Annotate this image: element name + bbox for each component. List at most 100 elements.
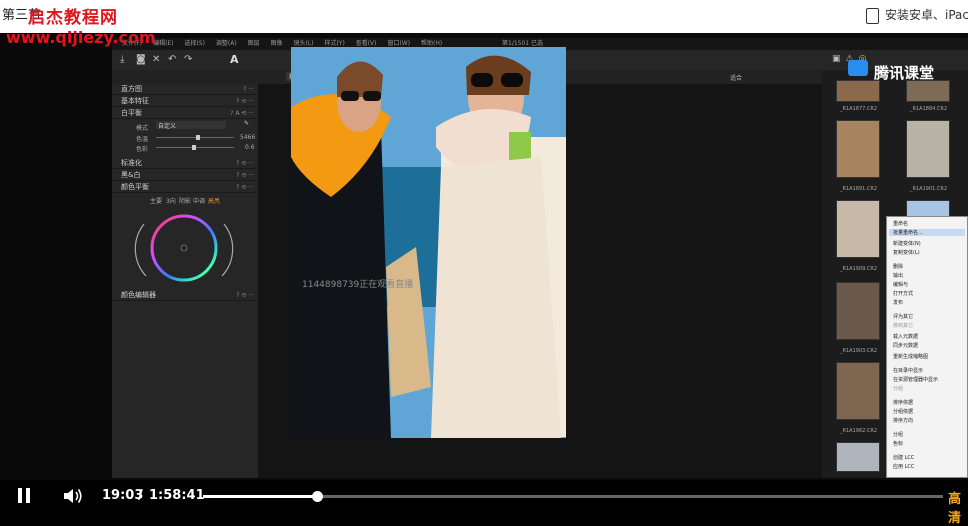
- quality-button[interactable]: 高清: [948, 488, 968, 526]
- thumbnail[interactable]: [836, 120, 880, 178]
- thumbnail[interactable]: [906, 80, 950, 102]
- wb-tint-slider[interactable]: [156, 145, 234, 150]
- thumbnail-caption: _R1A1891.CR2: [840, 186, 878, 192]
- thumbnail[interactable]: [836, 282, 880, 340]
- main-photo[interactable]: [291, 47, 566, 438]
- menu-item-regen-thumbs[interactable]: 重新生成缩略图: [893, 353, 928, 360]
- menu-item[interactable]: 窗口(W): [387, 40, 410, 47]
- menu-item-open-with[interactable]: 打开方式: [893, 290, 913, 297]
- menu-item-sort-direction[interactable]: 排序方向: [893, 417, 913, 424]
- menu-item-batch-rename[interactable]: 批量重命名...: [889, 229, 965, 236]
- volume-icon[interactable]: [62, 487, 84, 505]
- close-icon[interactable]: ✕: [152, 54, 160, 65]
- install-hint-label: 安装安卓、iPac: [885, 8, 968, 22]
- menu-item-copy-variant[interactable]: 复制变体(L): [893, 249, 920, 256]
- section-bw[interactable]: 黑&白? ⟲ ···: [112, 170, 258, 181]
- menu-item-publish[interactable]: 发布: [893, 299, 903, 306]
- menu-item[interactable]: 帮助(H): [421, 40, 442, 47]
- menu-item-group-by[interactable]: 分组依据: [893, 408, 913, 415]
- thumbnail-caption: _R1A1903.CR2: [840, 348, 878, 354]
- menu-item-color-tag[interactable]: 色标: [893, 440, 903, 447]
- menu-item-new-variant[interactable]: 新建变体(N): [893, 240, 921, 247]
- thumbnail[interactable]: [836, 80, 880, 102]
- menu-item[interactable]: 图层: [248, 40, 260, 47]
- menu-item[interactable]: 镜头(L): [293, 40, 313, 47]
- menu-item-grouping[interactable]: 分组: [893, 431, 903, 438]
- thumbnail[interactable]: [836, 362, 880, 420]
- color-tab-shadows[interactable]: 阴影: [179, 196, 191, 205]
- color-tab-highlights[interactable]: 高亮: [208, 196, 220, 205]
- color-wheel[interactable]: [134, 210, 234, 290]
- wb-kelvin-label: 色温: [136, 136, 149, 143]
- section-color-balance[interactable]: 颜色平衡? ⟲ ···: [112, 182, 258, 193]
- menu-item-apply-lcc[interactable]: 应用 LCC: [893, 463, 914, 470]
- fit-label[interactable]: 适合: [730, 73, 742, 82]
- menu-item[interactable]: 样式(Y): [324, 40, 344, 47]
- menu-item-create-lcc[interactable]: 创建 LCC: [893, 454, 914, 461]
- text-tool-icon[interactable]: A: [230, 53, 239, 66]
- window-title: 第1/1501 已选: [502, 40, 544, 47]
- menu-item[interactable]: 调整(A): [216, 40, 237, 47]
- left-tool-panel: 直方图? ··· 基本特征? ⟲ ··· 白平衡? A ⟲ ··· 模式 自定义…: [112, 84, 258, 478]
- menu-item-group[interactable]: 分组: [893, 385, 903, 392]
- section-basic[interactable]: 基本特征? ⟲ ···: [112, 96, 258, 107]
- photo-image: [291, 47, 566, 438]
- menu-item-sync-metadata[interactable]: 同步元数据: [893, 342, 918, 349]
- thumbnail[interactable]: [836, 200, 880, 258]
- time-separator: /: [138, 488, 143, 503]
- brand-text: 腾讯课堂: [874, 64, 935, 82]
- pause-button[interactable]: [18, 488, 32, 503]
- menu-item[interactable]: 查看(V): [356, 40, 377, 47]
- thumbnail-caption: _R1A1909.CR2: [840, 266, 878, 272]
- tablet-icon: [866, 7, 879, 24]
- progress-bar[interactable]: [203, 491, 943, 502]
- menu-item[interactable]: 图像: [271, 40, 283, 47]
- menu-item-show-in-explorer[interactable]: 在资源管理器中显示: [893, 376, 938, 383]
- watermark-site-name: 启杰教程网: [28, 8, 118, 28]
- wb-kelvin-slider[interactable]: [156, 135, 234, 140]
- menu-item-show-in-catalog[interactable]: 在目录中显示: [893, 367, 923, 374]
- color-tab-3way[interactable]: 3向: [166, 196, 176, 205]
- video-controls: 19:03 / 1:58:41 高清: [0, 480, 968, 526]
- context-menu: 重命名 批量重命名... 新建变体(N) 复制变体(L) 删除 输出 编辑与 打…: [886, 216, 968, 478]
- wb-tint-label: 色彩: [136, 146, 149, 153]
- watermark-url: www.qijiezy.com: [6, 28, 156, 47]
- install-hint[interactable]: 安装安卓、iPac: [866, 6, 968, 24]
- thumbnail-caption: _R1A1877.CR2: [840, 106, 878, 112]
- import-icon[interactable]: ⤓: [120, 54, 124, 65]
- menu-item[interactable]: 编辑(E): [153, 40, 173, 47]
- wb-kelvin-value[interactable]: 5466: [240, 134, 255, 141]
- eyedropper-icon[interactable]: ✎: [244, 120, 249, 127]
- viewers-overlay: 1144898739正在观看直播: [302, 280, 414, 290]
- menu-item-edit-with[interactable]: 编辑与: [893, 281, 908, 288]
- section-color-editor[interactable]: 颜色编辑器? ⟲ ···: [112, 290, 258, 301]
- color-tab-midtones[interactable]: 中调: [193, 196, 205, 205]
- menu-item-load-metadata[interactable]: 载入元数据: [893, 333, 918, 340]
- menu-item-rate[interactable]: 评为其它: [893, 313, 913, 320]
- wb-mode-label: 模式: [136, 125, 149, 132]
- thumbnail[interactable]: [906, 120, 950, 178]
- undo-icon[interactable]: ↶: [168, 54, 176, 65]
- thumbnail[interactable]: [836, 442, 880, 472]
- progress-fill: [203, 495, 317, 498]
- redo-icon[interactable]: ↷: [184, 54, 192, 65]
- progress-knob[interactable]: [311, 491, 323, 502]
- menu-item-sort-by[interactable]: 排序依据: [893, 399, 913, 406]
- total-time: 1:58:41: [149, 488, 205, 503]
- wb-tint-value[interactable]: 0.6: [245, 144, 255, 151]
- tencent-logo-icon: [848, 60, 868, 76]
- camera-icon[interactable]: ◙: [136, 54, 146, 65]
- color-tab-master[interactable]: 主要: [150, 196, 162, 205]
- section-white-balance[interactable]: 白平衡? A ⟲ ···: [112, 108, 258, 119]
- menu-item-export[interactable]: 输出: [893, 272, 903, 279]
- wb-mode-select[interactable]: 自定义: [156, 121, 226, 130]
- thumbnail-caption: _R1A1884.CR2: [910, 106, 948, 112]
- menu-item-rename[interactable]: 重命名: [893, 220, 908, 227]
- tool-tabs[interactable]: [112, 70, 258, 84]
- menu-item-delete[interactable]: 删除: [893, 263, 903, 270]
- section-histogram[interactable]: 直方图? ···: [112, 84, 258, 95]
- section-normalize[interactable]: 标准化? ⟲ ···: [112, 158, 258, 169]
- menu-item[interactable]: 选择(S): [184, 40, 205, 47]
- menu-item-move[interactable]: 移到其它: [893, 322, 913, 329]
- thumbnail-caption: _R1A1901.CR2: [910, 186, 948, 192]
